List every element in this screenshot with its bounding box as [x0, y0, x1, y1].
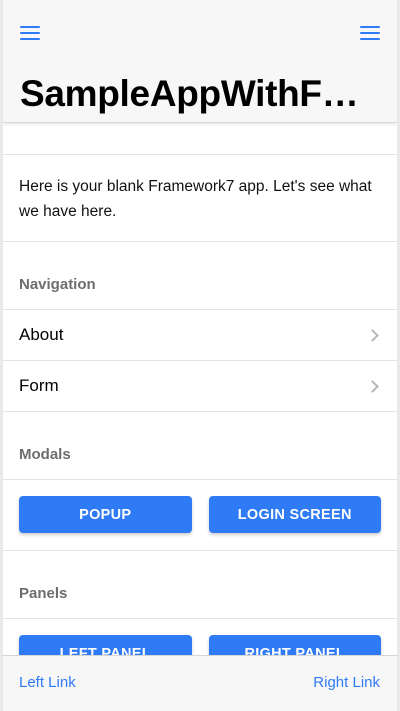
page-title: SampleAppWithFramework7	[20, 73, 360, 114]
left-link[interactable]: Left Link	[19, 674, 76, 691]
right-panel-button[interactable]: RIGHT PANEL	[208, 635, 381, 655]
intro-text: Here is your blank Framework7 app. Let's…	[3, 154, 397, 242]
app-window: SampleAppWithFramework7 Here is your bla…	[0, 0, 400, 711]
modals-button-row: POPUP LOGIN SCREEN	[3, 480, 397, 551]
list-item-about[interactable]: About	[3, 310, 397, 361]
bottom-toolbar: Left Link Right Link	[3, 655, 397, 711]
panels-button-row: LEFT PANEL RIGHT PANEL	[3, 619, 397, 655]
panels-section-title: Panels	[3, 551, 397, 619]
left-panel-button[interactable]: LEFT PANEL	[19, 635, 192, 655]
navigation-section-title: Navigation	[3, 242, 397, 310]
right-link[interactable]: Right Link	[313, 674, 380, 691]
chevron-right-icon	[366, 328, 379, 342]
right-menu-icon[interactable]	[354, 22, 380, 44]
list-item-label: Form	[19, 376, 59, 395]
popup-button[interactable]: POPUP	[19, 496, 192, 533]
page-content[interactable]: Here is your blank Framework7 app. Let's…	[3, 123, 397, 655]
chevron-right-icon	[366, 379, 379, 393]
list-item-form[interactable]: Form	[3, 361, 397, 412]
left-menu-icon[interactable]	[20, 22, 46, 44]
navbar: SampleAppWithFramework7	[3, 0, 397, 123]
list-item-label: About	[19, 325, 64, 344]
modals-section-title: Modals	[3, 412, 397, 480]
login-screen-button[interactable]: LOGIN SCREEN	[208, 496, 381, 533]
